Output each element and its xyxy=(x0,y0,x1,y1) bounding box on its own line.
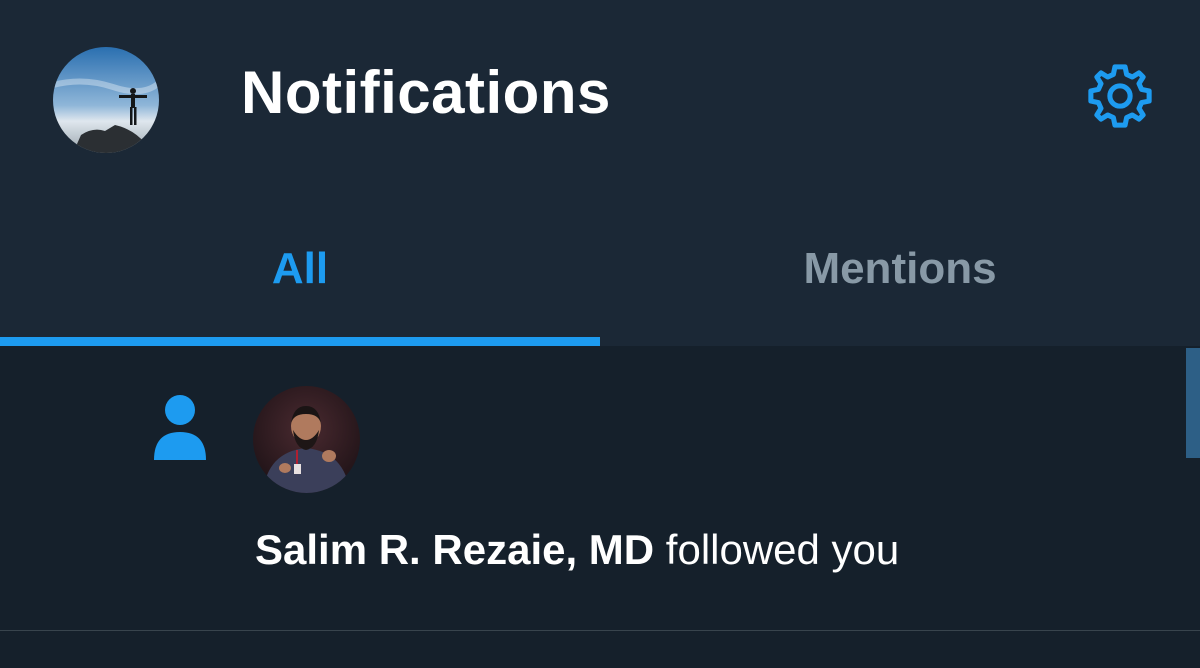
profile-photo xyxy=(53,47,159,153)
tab-mentions[interactable]: Mentions xyxy=(600,220,1200,346)
page-title: Notifications xyxy=(241,59,611,126)
notification-action: followed you xyxy=(654,526,900,573)
notification-text: Salim R. Rezaie, MD followed you xyxy=(255,526,899,574)
profile-avatar[interactable] xyxy=(53,47,159,153)
notifications-screen: Notifications All Mentions Salim R. Reza… xyxy=(0,0,1200,668)
header: Notifications All Mentions xyxy=(0,0,1200,346)
divider xyxy=(0,630,1200,631)
tab-bar: All Mentions xyxy=(0,220,1200,346)
follower-photo xyxy=(253,386,360,493)
settings-button[interactable] xyxy=(1082,58,1158,134)
active-tab-indicator xyxy=(0,337,600,346)
follower-name[interactable]: Salim R. Rezaie, MD xyxy=(255,526,654,573)
tab-all[interactable]: All xyxy=(0,220,600,346)
notification-item[interactable]: Salim R. Rezaie, MD followed you xyxy=(0,346,1200,630)
person-icon xyxy=(150,394,210,460)
gear-icon xyxy=(1088,64,1152,128)
follower-avatar[interactable] xyxy=(253,386,360,493)
